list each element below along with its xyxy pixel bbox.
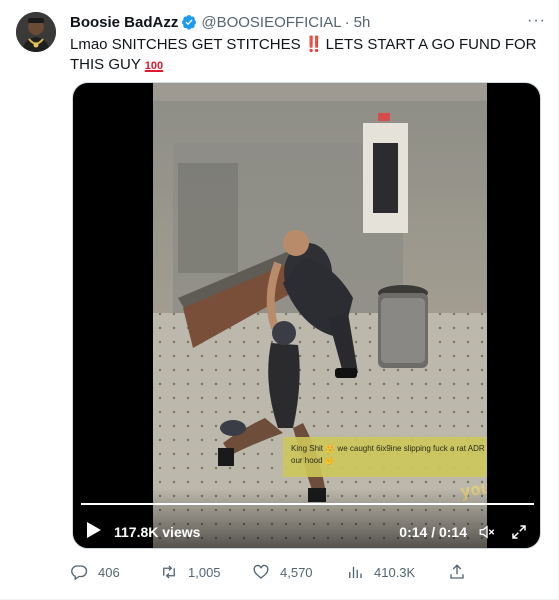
avatar-image [16,12,56,52]
analytics-icon [349,566,362,578]
hundred-points-emoji: 100 [144,60,164,72]
volume-muted-icon[interactable] [478,523,496,541]
separator-dot: · [344,13,350,31]
video-caption-overlay: King Shit 👑 we caught 6ix9ine slipping f… [283,437,487,477]
fullscreen-icon[interactable] [510,523,528,541]
video-scene-image [153,83,487,548]
like-button[interactable]: 4,570 [252,560,313,584]
verified-badge-icon [182,15,197,30]
timestamp[interactable]: 5h [354,14,371,31]
share-button[interactable] [448,560,476,584]
video-progress-bar[interactable] [81,503,534,505]
play-icon[interactable] [87,522,101,538]
more-options-icon[interactable]: ··· [527,12,546,30]
tweet-text: Lmao SNITCHES GET STITCHES ‼️ LETS START… [70,35,540,76]
tweet-card[interactable]: Boosie BadAzz @BOOSIEOFFICIAL · 5h ··· L… [0,0,559,600]
tweet-actions: 406 1,005 4,570 410.3K [70,560,470,584]
like-count: 4,570 [280,564,313,580]
reply-count: 406 [98,564,120,580]
video-player[interactable]: King Shit 👑 we caught 6ix9ine slipping f… [72,82,541,549]
tweet-header: Boosie BadAzz @BOOSIEOFFICIAL · 5h ··· [70,12,546,32]
video-controls: 117.8K views 0:14 / 0:14 [73,488,540,548]
retweet-count: 1,005 [188,564,221,580]
double-exclamation-emoji: ‼️ [304,36,324,53]
video-view-count: 117.8K views [114,524,201,540]
author-name[interactable]: Boosie BadAzz [70,14,178,31]
video-timecode: 0:14 / 0:14 [399,524,467,540]
heart-icon [253,564,269,579]
reply-button[interactable]: 406 [70,560,120,584]
avatar[interactable] [16,12,56,52]
view-count: 410.3K [374,564,416,580]
reply-icon [71,565,88,581]
video-frame[interactable]: King Shit 👑 we caught 6ix9ine slipping f… [153,83,487,548]
retweet-button[interactable]: 1,005 [160,560,221,584]
views-button[interactable]: 410.3K [346,560,415,584]
tweet-text-part1: Lmao SNITCHES GET STITCHES [70,36,305,53]
author-handle[interactable]: @BOOSIEOFFICIAL [201,14,341,31]
share-icon [450,564,464,579]
video-progress-fill [81,503,534,505]
retweet-icon [163,565,175,579]
